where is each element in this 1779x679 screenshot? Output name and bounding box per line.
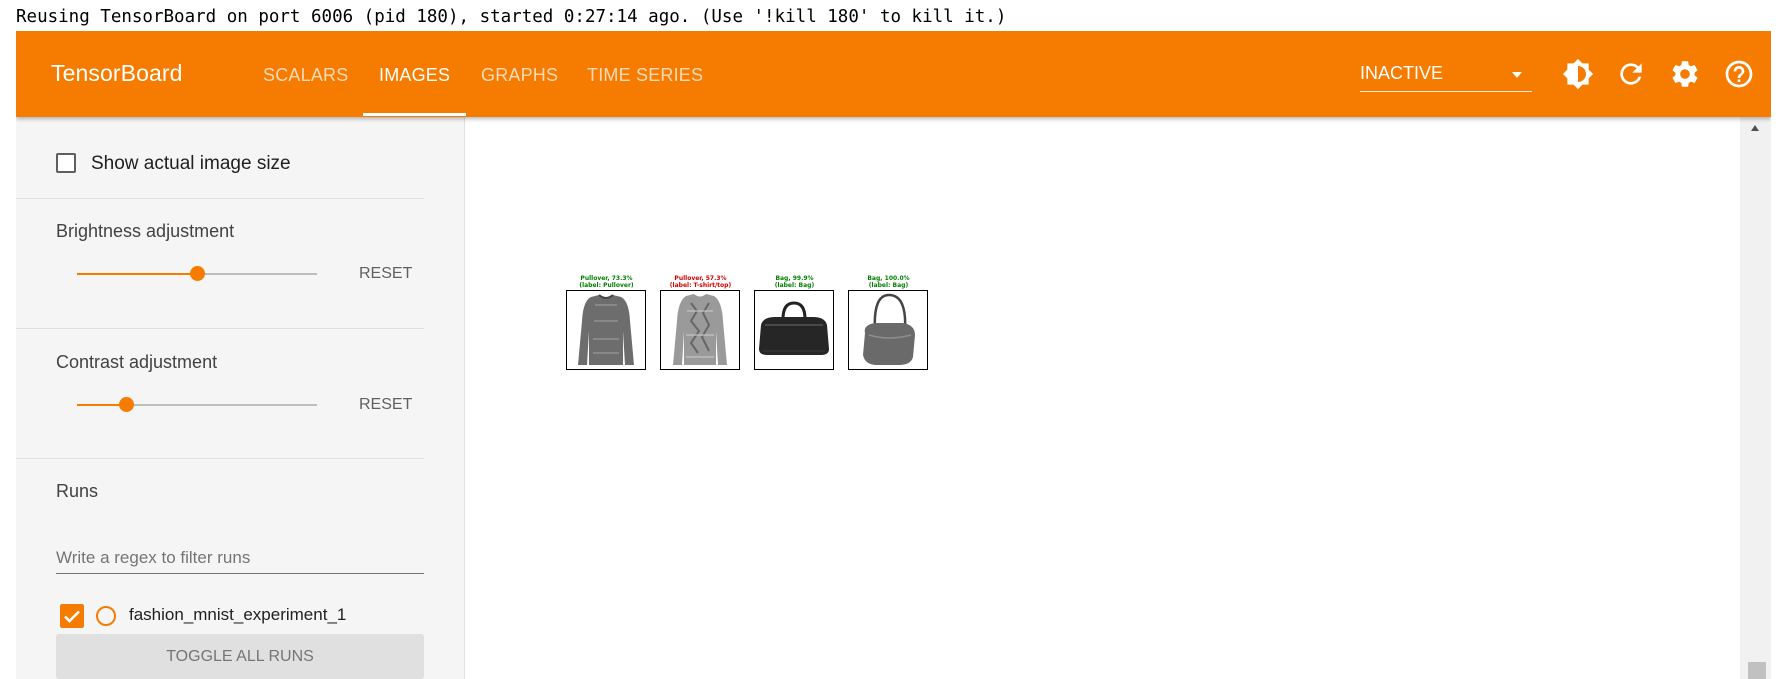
pullover-image [578, 294, 634, 365]
contrast-reset-button[interactable]: RESET [359, 396, 412, 414]
tensorboard-frame: TensorBoard SCALARS IMAGES GRAPHS TIME S… [16, 31, 1771, 679]
duffel-bag-image [759, 301, 829, 355]
contrast-slider-handle[interactable] [119, 397, 134, 412]
image-title: Pullover, 73.3% (label: Pullover) [579, 275, 634, 289]
image-frame [566, 290, 646, 370]
runs-heading: Runs [56, 481, 99, 501]
handbag-image [863, 293, 915, 365]
divider [16, 198, 424, 199]
image-frame [660, 290, 740, 370]
tab-scalars[interactable]: SCALARS [263, 65, 348, 86]
image-title: Bag, 100.0% (label: Bag) [867, 275, 910, 289]
runs-filter-input[interactable] [56, 543, 424, 574]
scroll-up-arrow-icon[interactable] [1751, 125, 1759, 131]
run-status-select[interactable]: INACTIVE [1360, 61, 1532, 92]
divider [16, 328, 424, 329]
image-title: Bag, 99.9% (label: Bag) [774, 275, 815, 289]
contrast-slider[interactable] [77, 397, 317, 412]
brightness-slider-fill [77, 273, 197, 275]
checkmark-icon [64, 610, 80, 623]
run-status-value: INACTIVE [1360, 63, 1444, 83]
brightness-slider-handle[interactable] [190, 266, 205, 281]
chevron-down-icon [1512, 72, 1522, 78]
image-card[interactable]: Bag, 100.0% (label: Bag) [848, 275, 929, 370]
shirt-image [673, 294, 727, 365]
run-color-radio[interactable] [96, 606, 116, 626]
show-actual-size-label: Show actual image size [91, 153, 291, 174]
image-card[interactable]: Bag, 99.9% (label: Bag) [754, 275, 835, 370]
tab-time-series[interactable]: TIME SERIES [587, 65, 703, 86]
divider [16, 458, 424, 459]
show-actual-size-checkbox[interactable] [56, 153, 76, 173]
toggle-all-runs-button[interactable]: TOGGLE ALL RUNS [56, 634, 424, 679]
image-card[interactable]: Pullover, 57.3% (label: T-shirt/top) [660, 275, 741, 370]
brightness-slider[interactable] [77, 266, 317, 281]
run-checkbox[interactable] [60, 604, 84, 628]
contrast-label: Contrast adjustment [56, 352, 218, 372]
active-tab-indicator [363, 113, 466, 116]
image-card[interactable]: Pullover, 73.3% (label: Pullover) [566, 275, 647, 370]
image-dashboard: Pullover, 73.3% (label: Pullover) Pullov… [465, 117, 1771, 679]
help-icon[interactable] [1723, 58, 1755, 90]
brightness-label: Brightness adjustment [56, 221, 235, 241]
sidebar: Show actual image size Brightness adjust… [16, 117, 465, 679]
console-output: Reusing TensorBoard on port 6006 (pid 18… [16, 7, 1007, 27]
image-frame [848, 290, 928, 370]
image-frame [754, 290, 834, 370]
tab-images[interactable]: IMAGES [379, 65, 450, 86]
settings-icon[interactable] [1669, 58, 1701, 90]
scrollbar-thumb[interactable] [1748, 662, 1766, 679]
run-name: fashion_mnist_experiment_1 [129, 605, 347, 624]
tab-graphs[interactable]: GRAPHS [481, 65, 558, 86]
refresh-icon[interactable] [1615, 58, 1647, 90]
image-title: Pullover, 57.3% (label: T-shirt/top) [669, 275, 732, 289]
top-bar: TensorBoard SCALARS IMAGES GRAPHS TIME S… [16, 31, 1771, 117]
brand-title: TensorBoard [51, 60, 183, 86]
brightness-reset-button[interactable]: RESET [359, 265, 412, 283]
brightness-icon[interactable] [1562, 58, 1594, 90]
vertical-scrollbar[interactable] [1740, 117, 1771, 679]
